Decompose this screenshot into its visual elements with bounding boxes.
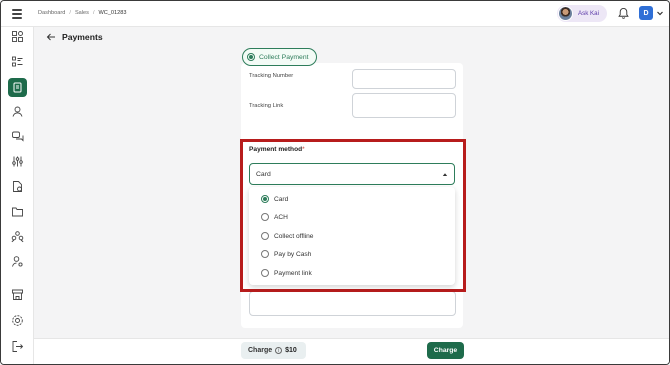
option-card[interactable]: Card bbox=[261, 193, 288, 205]
payment-method-select[interactable]: Card bbox=[249, 163, 455, 185]
kai-avatar bbox=[558, 6, 573, 21]
breadcrumb-separator: / bbox=[69, 10, 71, 16]
option-pay-by-cash[interactable]: Pay by Cash bbox=[261, 248, 311, 260]
option-ach[interactable]: ACH bbox=[261, 211, 288, 223]
breadcrumb-sales[interactable]: Sales bbox=[75, 10, 89, 16]
charge-amount: $10 bbox=[285, 347, 297, 354]
tracking-link-input[interactable] bbox=[352, 93, 456, 118]
dashboard-icon[interactable] bbox=[11, 30, 24, 43]
notes-input[interactable] bbox=[249, 291, 456, 316]
sliders-icon[interactable] bbox=[11, 155, 24, 168]
page-title: Payments bbox=[62, 32, 103, 42]
user-icon[interactable] bbox=[11, 105, 24, 118]
option-label: Payment link bbox=[274, 269, 312, 277]
collect-payment-option[interactable]: Collect Payment bbox=[242, 48, 317, 66]
folder-icon[interactable] bbox=[11, 205, 24, 218]
logout-icon[interactable] bbox=[11, 340, 24, 353]
page-header: Payments bbox=[46, 32, 103, 42]
charge-summary-label: Charge bbox=[248, 347, 273, 354]
radio-empty-icon bbox=[261, 213, 269, 221]
option-label: Pay by Cash bbox=[274, 250, 312, 258]
option-collect-offline[interactable]: Collect offline bbox=[261, 230, 313, 242]
charge-button[interactable]: Charge bbox=[427, 342, 464, 359]
store-icon[interactable] bbox=[11, 288, 24, 301]
menu-icon[interactable] bbox=[12, 9, 22, 19]
payment-method-dropdown: Card ACH Collect offline Pay by Cash Pay… bbox=[249, 187, 455, 285]
breadcrumb-current: WC_01283 bbox=[98, 10, 127, 16]
option-label: ACH bbox=[274, 213, 288, 221]
sidebar-item-payments[interactable] bbox=[8, 78, 27, 97]
breadcrumb-dashboard[interactable]: Dashboard bbox=[38, 10, 65, 16]
radio-selected-icon bbox=[261, 195, 269, 203]
radio-selected-icon bbox=[247, 53, 255, 61]
user-avatar[interactable]: D bbox=[639, 6, 653, 20]
option-label: Collect offline bbox=[274, 232, 314, 240]
tracking-link-label: Tracking Link bbox=[249, 103, 284, 109]
caret-up-icon bbox=[442, 173, 448, 176]
team-icon[interactable] bbox=[11, 230, 24, 243]
radio-empty-icon bbox=[261, 232, 269, 240]
top-bar: Dashboard / Sales / WC_01283 Ask Kai D bbox=[1, 1, 669, 27]
breadcrumb-separator: / bbox=[92, 10, 95, 16]
payment-method-label-text: Payment method bbox=[249, 146, 303, 153]
bell-icon[interactable] bbox=[618, 7, 629, 20]
radio-empty-icon bbox=[261, 250, 269, 258]
chat-icon[interactable] bbox=[11, 130, 24, 143]
collect-payment-label: Collect Payment bbox=[259, 53, 309, 61]
option-payment-link[interactable]: Payment link bbox=[261, 267, 312, 279]
breadcrumb: Dashboard / Sales / WC_01283 bbox=[38, 10, 127, 16]
radio-empty-icon bbox=[261, 269, 269, 277]
gear-icon[interactable] bbox=[11, 314, 24, 327]
tracking-number-label: Tracking Number bbox=[249, 73, 294, 79]
tracking-number-input[interactable] bbox=[352, 69, 456, 89]
back-arrow-icon[interactable] bbox=[46, 32, 56, 42]
ask-kai-label: Ask Kai bbox=[578, 10, 599, 17]
ask-kai-button[interactable]: Ask Kai bbox=[557, 5, 607, 22]
list-icon[interactable] bbox=[11, 55, 24, 68]
required-marker: * bbox=[302, 146, 305, 153]
bottom-bar bbox=[34, 338, 669, 364]
app-window: Dashboard / Sales / WC_01283 Ask Kai D P… bbox=[0, 0, 670, 365]
charge-summary: Charge i $10 bbox=[241, 342, 306, 359]
file-dollar-icon[interactable] bbox=[11, 180, 24, 193]
document-icon bbox=[13, 82, 22, 93]
payment-method-value: Card bbox=[256, 170, 271, 178]
chevron-down-icon[interactable] bbox=[656, 9, 664, 17]
option-label: Card bbox=[274, 195, 289, 203]
payment-method-label: Payment method* bbox=[249, 146, 305, 153]
user-settings-icon[interactable] bbox=[11, 255, 24, 268]
info-icon[interactable]: i bbox=[275, 347, 283, 354]
sidebar bbox=[1, 27, 34, 364]
